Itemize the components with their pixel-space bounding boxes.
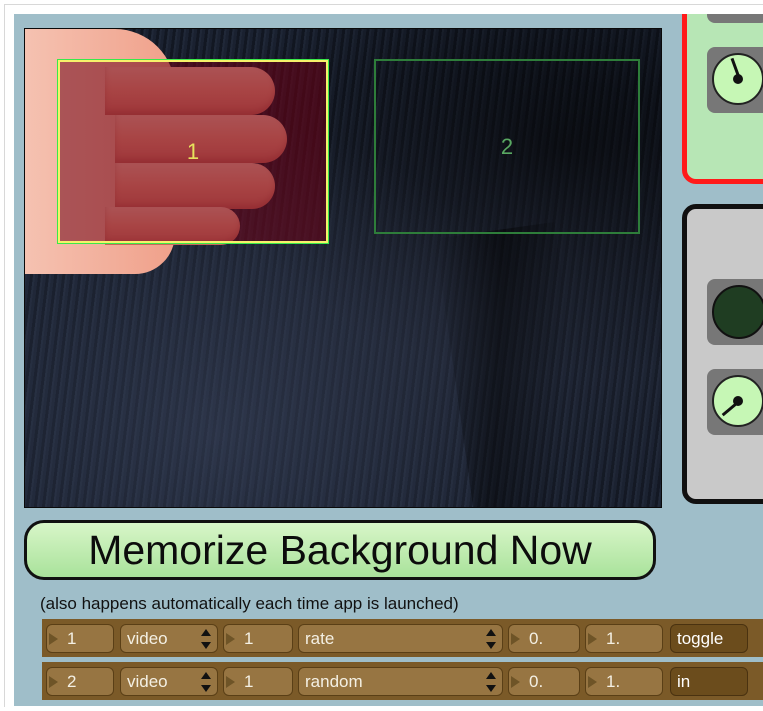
source-value: video	[127, 672, 168, 691]
zone-2-control-panel	[682, 204, 763, 504]
source-value: video	[127, 629, 168, 648]
trigger-zone-2[interactable]: 2	[374, 59, 640, 234]
parameter-select[interactable]: rate	[298, 624, 503, 653]
min-value: 0.	[529, 629, 544, 648]
row-id-number[interactable]: 1	[46, 624, 114, 653]
in-button[interactable]: in	[670, 667, 748, 696]
up-down-arrows-icon	[201, 672, 211, 692]
max-number[interactable]: 1.	[585, 667, 663, 696]
knob-center	[733, 74, 743, 84]
trigger-zone-1[interactable]: 1	[57, 59, 329, 244]
max-number[interactable]: 1.	[585, 624, 663, 653]
memorize-note: (also happens automatically each time ap…	[40, 594, 459, 613]
min-value: 0.	[529, 672, 544, 691]
dial-knob-icon[interactable]	[712, 375, 763, 427]
dial-knob-icon[interactable]	[712, 53, 763, 105]
index-value: 1	[244, 672, 254, 691]
indicator-led-icon	[712, 285, 763, 339]
zone-1-label: 1	[186, 138, 200, 164]
row-id-value: 2	[67, 672, 77, 691]
index-number[interactable]: 1	[223, 624, 293, 653]
top-control-stub	[707, 14, 763, 23]
up-down-arrows-icon	[201, 629, 211, 649]
zone-2-label: 2	[500, 133, 514, 159]
min-number[interactable]: 0.	[508, 667, 580, 696]
row-id-number[interactable]: 2	[46, 667, 114, 696]
main-panel: 1 2 Memorize Background Now (also happen…	[14, 14, 763, 706]
max-value: 1.	[606, 672, 621, 691]
mapping-row: 1 video 1 rate 0. 1. toggle	[42, 619, 763, 657]
zone-1-control-panel	[682, 14, 763, 184]
up-down-arrows-icon	[486, 629, 496, 649]
source-select[interactable]: video	[120, 624, 218, 653]
knob-box-2	[707, 369, 763, 435]
max-value: 1.	[606, 629, 621, 648]
min-number[interactable]: 0.	[508, 624, 580, 653]
toggle-label: toggle	[677, 629, 724, 648]
up-down-arrows-icon	[486, 672, 496, 692]
row-id-value: 1	[67, 629, 77, 648]
parameter-value: random	[305, 672, 363, 691]
toggle-button[interactable]: toggle	[670, 624, 748, 653]
index-number[interactable]: 1	[223, 667, 293, 696]
mapping-row: 2 video 1 random 0. 1. in	[42, 662, 763, 700]
parameter-select[interactable]: random	[298, 667, 503, 696]
parameter-value: rate	[305, 629, 335, 648]
knob-box-1	[707, 47, 763, 113]
video-feed: 1 2	[24, 28, 662, 508]
index-value: 1	[244, 629, 254, 648]
memorize-background-button[interactable]: Memorize Background Now	[24, 520, 656, 580]
in-label: in	[677, 672, 691, 691]
knob-center	[733, 396, 743, 406]
source-select[interactable]: video	[120, 667, 218, 696]
indicator-box	[707, 279, 763, 345]
